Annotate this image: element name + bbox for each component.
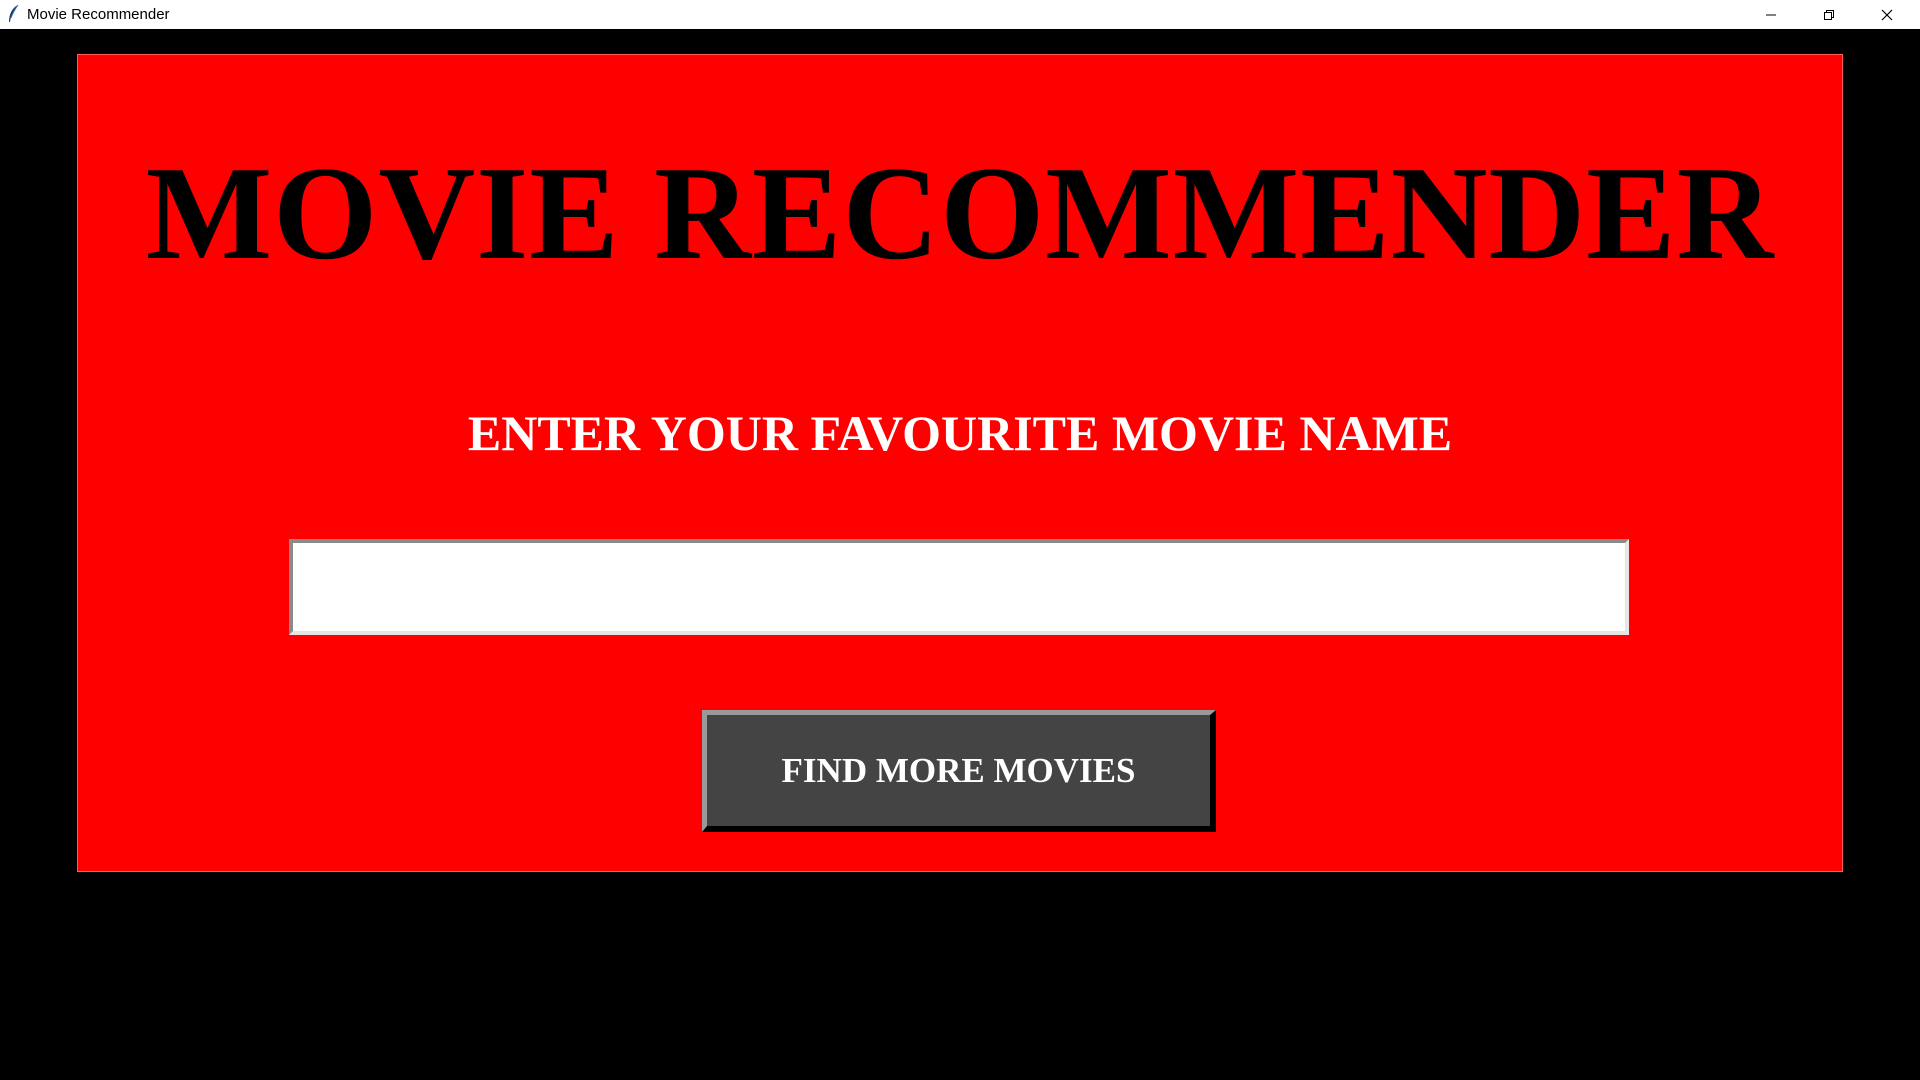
close-icon bbox=[1881, 9, 1893, 21]
app-title: MOVIE RECOMMENDER bbox=[145, 139, 1775, 287]
feather-icon bbox=[6, 4, 20, 24]
movie-name-prompt: ENTER YOUR FAVOURITE MOVIE NAME bbox=[467, 405, 1453, 461]
minimize-button[interactable] bbox=[1742, 0, 1800, 29]
window-title: Movie Recommender bbox=[27, 6, 170, 23]
movie-name-input[interactable] bbox=[289, 539, 1629, 635]
restore-icon bbox=[1823, 9, 1835, 21]
close-button[interactable] bbox=[1858, 0, 1916, 29]
find-more-movies-button[interactable]: FIND MORE MOVIES bbox=[702, 710, 1216, 832]
restore-button[interactable] bbox=[1800, 0, 1858, 29]
minimize-icon bbox=[1765, 9, 1777, 21]
window-titlebar[interactable]: Movie Recommender bbox=[0, 0, 1920, 29]
